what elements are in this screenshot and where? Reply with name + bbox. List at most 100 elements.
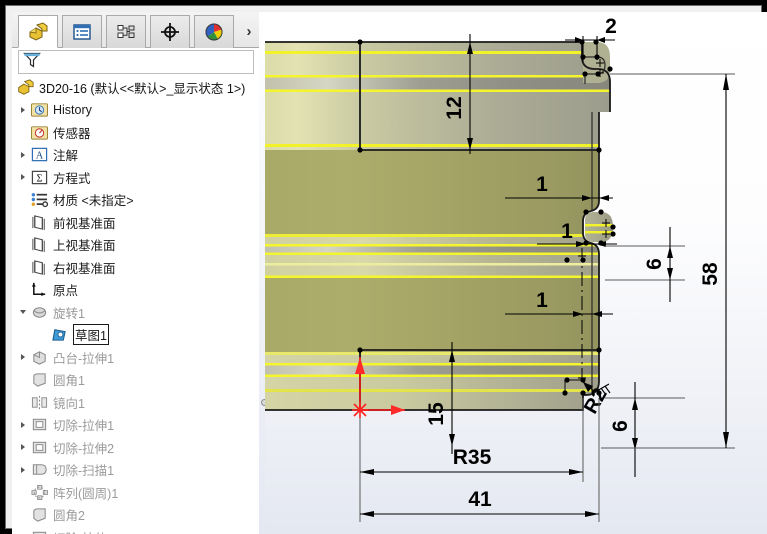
expand-arrow-icon[interactable] bbox=[16, 306, 29, 319]
dim-41-label: 41 bbox=[468, 488, 492, 511]
tree-item-15[interactable]: 切除-拉伸2 bbox=[12, 436, 259, 459]
tree-item-label: 旋转1 bbox=[53, 306, 85, 321]
tree-item-13[interactable]: 镜向1 bbox=[12, 391, 259, 414]
expand-arrow-icon[interactable] bbox=[16, 441, 29, 454]
filter-funnel-icon bbox=[22, 50, 42, 75]
tree-item-4[interactable]: 材质 <未指定> bbox=[12, 189, 259, 212]
expand-arrow-icon[interactable] bbox=[16, 351, 29, 364]
tree-item-label: 原点 bbox=[53, 284, 79, 299]
revolve-icon bbox=[30, 303, 49, 322]
expand-arrow-icon[interactable] bbox=[16, 148, 29, 161]
tree-item-label: 上视基准面 bbox=[53, 239, 116, 254]
equation-icon: Σ bbox=[30, 168, 49, 187]
tree-item-label: 切除-拉伸4 bbox=[53, 528, 114, 534]
plane-icon bbox=[30, 258, 49, 277]
mirror-icon bbox=[30, 393, 49, 412]
tree-item-label: 材质 <未指定> bbox=[53, 194, 134, 209]
fillet-icon bbox=[30, 370, 49, 389]
cut-extrude-icon bbox=[30, 438, 49, 457]
feature-manager-panel: › 3D20-16 (默认<<默认>_显示状态 1>) History 传感器 … bbox=[12, 12, 259, 534]
tree-item-17[interactable]: 阵列(圆周)1 bbox=[12, 481, 259, 504]
svg-text:Σ: Σ bbox=[36, 173, 42, 184]
tree-item-18[interactable]: 圆角2 bbox=[12, 504, 259, 527]
feature-tree: 3D20-16 (默认<<默认>_显示状态 1>) History 传感器 A 注解 Σ… bbox=[12, 76, 259, 534]
dim-2-label: 2 bbox=[605, 15, 617, 38]
dim-6-lower-label: 6 bbox=[609, 420, 632, 432]
tree-item-label: 切除-拉伸2 bbox=[53, 441, 115, 456]
mid-bump-face bbox=[585, 212, 613, 242]
main-window: › 3D20-16 (默认<<默认>_显示状态 1>) History 传感器 … bbox=[5, 5, 767, 534]
material-icon bbox=[30, 190, 49, 209]
feature-manager-tabstrip: › bbox=[12, 12, 259, 48]
tree-item-label: 圆角1 bbox=[53, 374, 85, 389]
bump-highlight-1 bbox=[585, 224, 613, 227]
cut-sweep-icon bbox=[30, 460, 49, 479]
dim-1-mid-label: 1 bbox=[561, 220, 573, 243]
dim-15-label: 15 bbox=[425, 402, 448, 426]
graphics-viewport[interactable]: 2 12 1 1 1 6 6 58 15 R2 R35 41 bbox=[265, 12, 767, 534]
tree-item-label: 草图1 bbox=[73, 324, 109, 346]
tree-item-12[interactable]: 圆角1 bbox=[12, 369, 259, 392]
tree-item-2[interactable]: A 注解 bbox=[12, 144, 259, 167]
part-yellow-icon bbox=[16, 78, 35, 97]
tree-item-3[interactable]: Σ 方程式 bbox=[12, 166, 259, 189]
dim-6-upper-label: 6 bbox=[643, 258, 666, 270]
dim-6-upper[interactable]: 6 bbox=[605, 227, 685, 302]
boss-extrude-icon bbox=[30, 348, 49, 367]
tree-item-label: 切除-扫描1 bbox=[53, 464, 115, 479]
tree-item-14[interactable]: 切除-拉伸1 bbox=[12, 414, 259, 437]
tree-item-0[interactable]: History bbox=[12, 99, 259, 122]
crosshair-icon bbox=[160, 22, 180, 42]
tree-item-9[interactable]: 旋转1 bbox=[12, 301, 259, 324]
dim-r35-label: R35 bbox=[453, 446, 492, 469]
dim-58[interactable]: 58 bbox=[601, 73, 735, 449]
tree-item-label: History bbox=[53, 102, 92, 117]
plane-icon bbox=[30, 213, 49, 232]
annotation-icon: A bbox=[30, 145, 49, 164]
tree-item-label: 切除-拉伸1 bbox=[53, 419, 115, 434]
tree-item-16[interactable]: 切除-扫描1 bbox=[12, 459, 259, 482]
tree-item-6[interactable]: 上视基准面 bbox=[12, 234, 259, 257]
tree-item-7[interactable]: 右视基准面 bbox=[12, 256, 259, 279]
expand-arrow-icon[interactable] bbox=[16, 418, 29, 431]
property-list-icon bbox=[72, 23, 92, 41]
tree-item-8[interactable]: 原点 bbox=[12, 279, 259, 302]
tree-item-1[interactable]: 传感器 bbox=[12, 121, 259, 144]
tree-root-item[interactable]: 3D20-16 (默认<<默认>_显示状态 1>) bbox=[12, 76, 259, 99]
tree-root-label: 3D20-16 (默认<<默认>_显示状态 1>) bbox=[39, 81, 246, 96]
expand-arrow-icon[interactable] bbox=[16, 171, 29, 184]
feature-tree-filter[interactable] bbox=[18, 50, 254, 74]
cut-extrude-icon bbox=[30, 415, 49, 434]
circular-pattern-icon bbox=[30, 483, 49, 502]
model-and-dimensions: 2 12 1 1 1 6 6 58 15 R2 R35 41 bbox=[265, 15, 735, 522]
tree-item-label: 方程式 bbox=[53, 171, 91, 186]
tree-item-10[interactable]: 草图1 bbox=[12, 324, 259, 347]
tab-configuration-manager[interactable] bbox=[106, 15, 146, 48]
tree-item-11[interactable]: 凸台-拉伸1 bbox=[12, 346, 259, 369]
app-root: › 3D20-16 (默认<<默认>_显示状态 1>) History 传感器 … bbox=[0, 0, 767, 534]
expand-arrow-icon[interactable] bbox=[16, 103, 29, 116]
tree-item-label: 镜向1 bbox=[53, 396, 85, 411]
tab-dimxpert-manager[interactable] bbox=[150, 15, 190, 48]
dim-6-lower[interactable]: 6 bbox=[605, 382, 685, 477]
tree-rows-container: History 传感器 A 注解 Σ 方程式材质 <未指定> 前视基准面上视基准面右视基准面… bbox=[12, 99, 259, 534]
expand-arrow-icon[interactable] bbox=[16, 463, 29, 476]
tree-item-label: 圆角2 bbox=[53, 509, 85, 524]
tab-feature-tree[interactable] bbox=[18, 15, 58, 48]
tab-property-manager[interactable] bbox=[62, 15, 102, 48]
tab-display-manager[interactable] bbox=[194, 15, 234, 48]
tabs-overflow-button[interactable]: › bbox=[240, 18, 258, 44]
tree-item-19[interactable]: 切除-拉伸4 bbox=[12, 526, 259, 534]
tree-item-5[interactable]: 前视基准面 bbox=[12, 211, 259, 234]
dim-12-label: 12 bbox=[443, 96, 466, 119]
